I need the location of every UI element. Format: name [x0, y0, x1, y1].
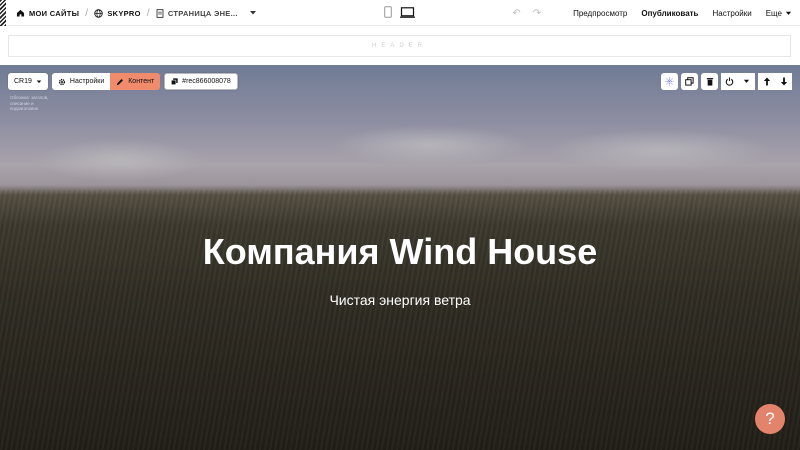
- duplicate-icon: [685, 77, 694, 86]
- page-icon: [156, 8, 164, 18]
- more-menu[interactable]: Еще: [766, 9, 792, 18]
- top-bar: МОИ САЙТЫ / SKYPRO / СТРАНИЦА ЭНЕ... ↶ ↷…: [0, 0, 800, 26]
- copy-icon: [171, 78, 178, 85]
- block-content-label: Контент: [128, 78, 155, 85]
- duplicate-button[interactable]: [681, 73, 698, 90]
- menu-stripe[interactable]: [0, 0, 6, 26]
- breadcrumb: МОИ САЙТЫ / SKYPRO / СТРАНИЦА ЭНЕ...: [16, 0, 258, 26]
- chevron-down-icon[interactable]: [248, 10, 258, 16]
- chevron-down-icon: [743, 79, 750, 83]
- block-toolbar: CR19 Настройки Контент #rec866008078: [8, 73, 238, 90]
- preview-link[interactable]: Предпросмотр: [573, 9, 627, 18]
- crumb-my-sites[interactable]: МОИ САЙТЫ: [16, 9, 79, 18]
- globe-icon: [94, 8, 104, 18]
- settings-link[interactable]: Настройки: [712, 9, 751, 18]
- more-actions-button[interactable]: [738, 73, 755, 90]
- delete-icon: [706, 78, 713, 86]
- magic-button[interactable]: [661, 73, 678, 90]
- mobile-icon[interactable]: [384, 6, 392, 18]
- pencil-icon: [117, 78, 124, 85]
- arrow-down-icon: [780, 77, 787, 86]
- block-settings-button[interactable]: Настройки: [51, 73, 111, 90]
- hero-cover[interactable]: Компания Wind House Чистая энергия ветра: [0, 65, 800, 450]
- more-label: Еще: [765, 8, 782, 18]
- publish-button[interactable]: Опубликовать: [641, 9, 698, 18]
- desktop-icon[interactable]: [400, 6, 415, 18]
- move-down-button[interactable]: [775, 73, 792, 90]
- gear-icon: [58, 78, 66, 85]
- arrow-up-icon: [763, 77, 770, 86]
- power-icon: [725, 77, 734, 86]
- delete-button[interactable]: [701, 73, 718, 90]
- crumb-label: SKYPRO: [107, 8, 141, 18]
- device-switcher: [384, 6, 415, 18]
- crumb-label: МОИ САЙТЫ: [29, 8, 80, 18]
- hero-title[interactable]: Компания Wind House: [0, 231, 800, 273]
- block-code-dropdown[interactable]: CR19: [8, 73, 48, 90]
- magic-icon: [665, 77, 674, 86]
- move-group: [758, 73, 792, 90]
- crumb-separator: /: [85, 7, 89, 19]
- crumb-separator: /: [146, 7, 150, 19]
- chevron-down-icon: [785, 11, 792, 15]
- block-content-button[interactable]: Контент: [110, 73, 161, 90]
- crumb-label: СТРАНИЦА ЭНЕ...: [167, 8, 238, 18]
- visibility-group: [721, 73, 755, 90]
- undo-icon[interactable]: ↶: [512, 8, 520, 19]
- crumb-project[interactable]: SKYPRO: [94, 9, 140, 18]
- block-actions: [661, 73, 792, 90]
- block-rec-id[interactable]: #rec866008078: [164, 73, 238, 90]
- block-hint: Обложка: заголов, описание и подзаголово…: [10, 95, 49, 111]
- block-settings-label: Настройки: [69, 78, 105, 85]
- header-block-label: HEADER: [371, 43, 427, 49]
- help-icon: ?: [765, 409, 775, 428]
- header-block[interactable]: HEADER: [8, 35, 791, 57]
- move-up-button[interactable]: [758, 73, 775, 90]
- top-right-menu: ↶ ↷ Предпросмотр Опубликовать Настройки …: [512, 0, 792, 26]
- hero-subtitle[interactable]: Чистая энергия ветра: [0, 292, 800, 308]
- rec-id-label: #rec866008078: [182, 78, 231, 85]
- block-mode-group: Настройки Контент: [51, 73, 161, 90]
- home-icon: [16, 9, 25, 17]
- power-button[interactable]: [721, 73, 738, 90]
- crumb-page[interactable]: СТРАНИЦА ЭНЕ...: [156, 9, 258, 18]
- chevron-down-icon: [36, 80, 42, 83]
- redo-icon[interactable]: ↷: [533, 8, 541, 19]
- block-code: CR19: [14, 78, 32, 85]
- help-button[interactable]: ?: [755, 404, 785, 434]
